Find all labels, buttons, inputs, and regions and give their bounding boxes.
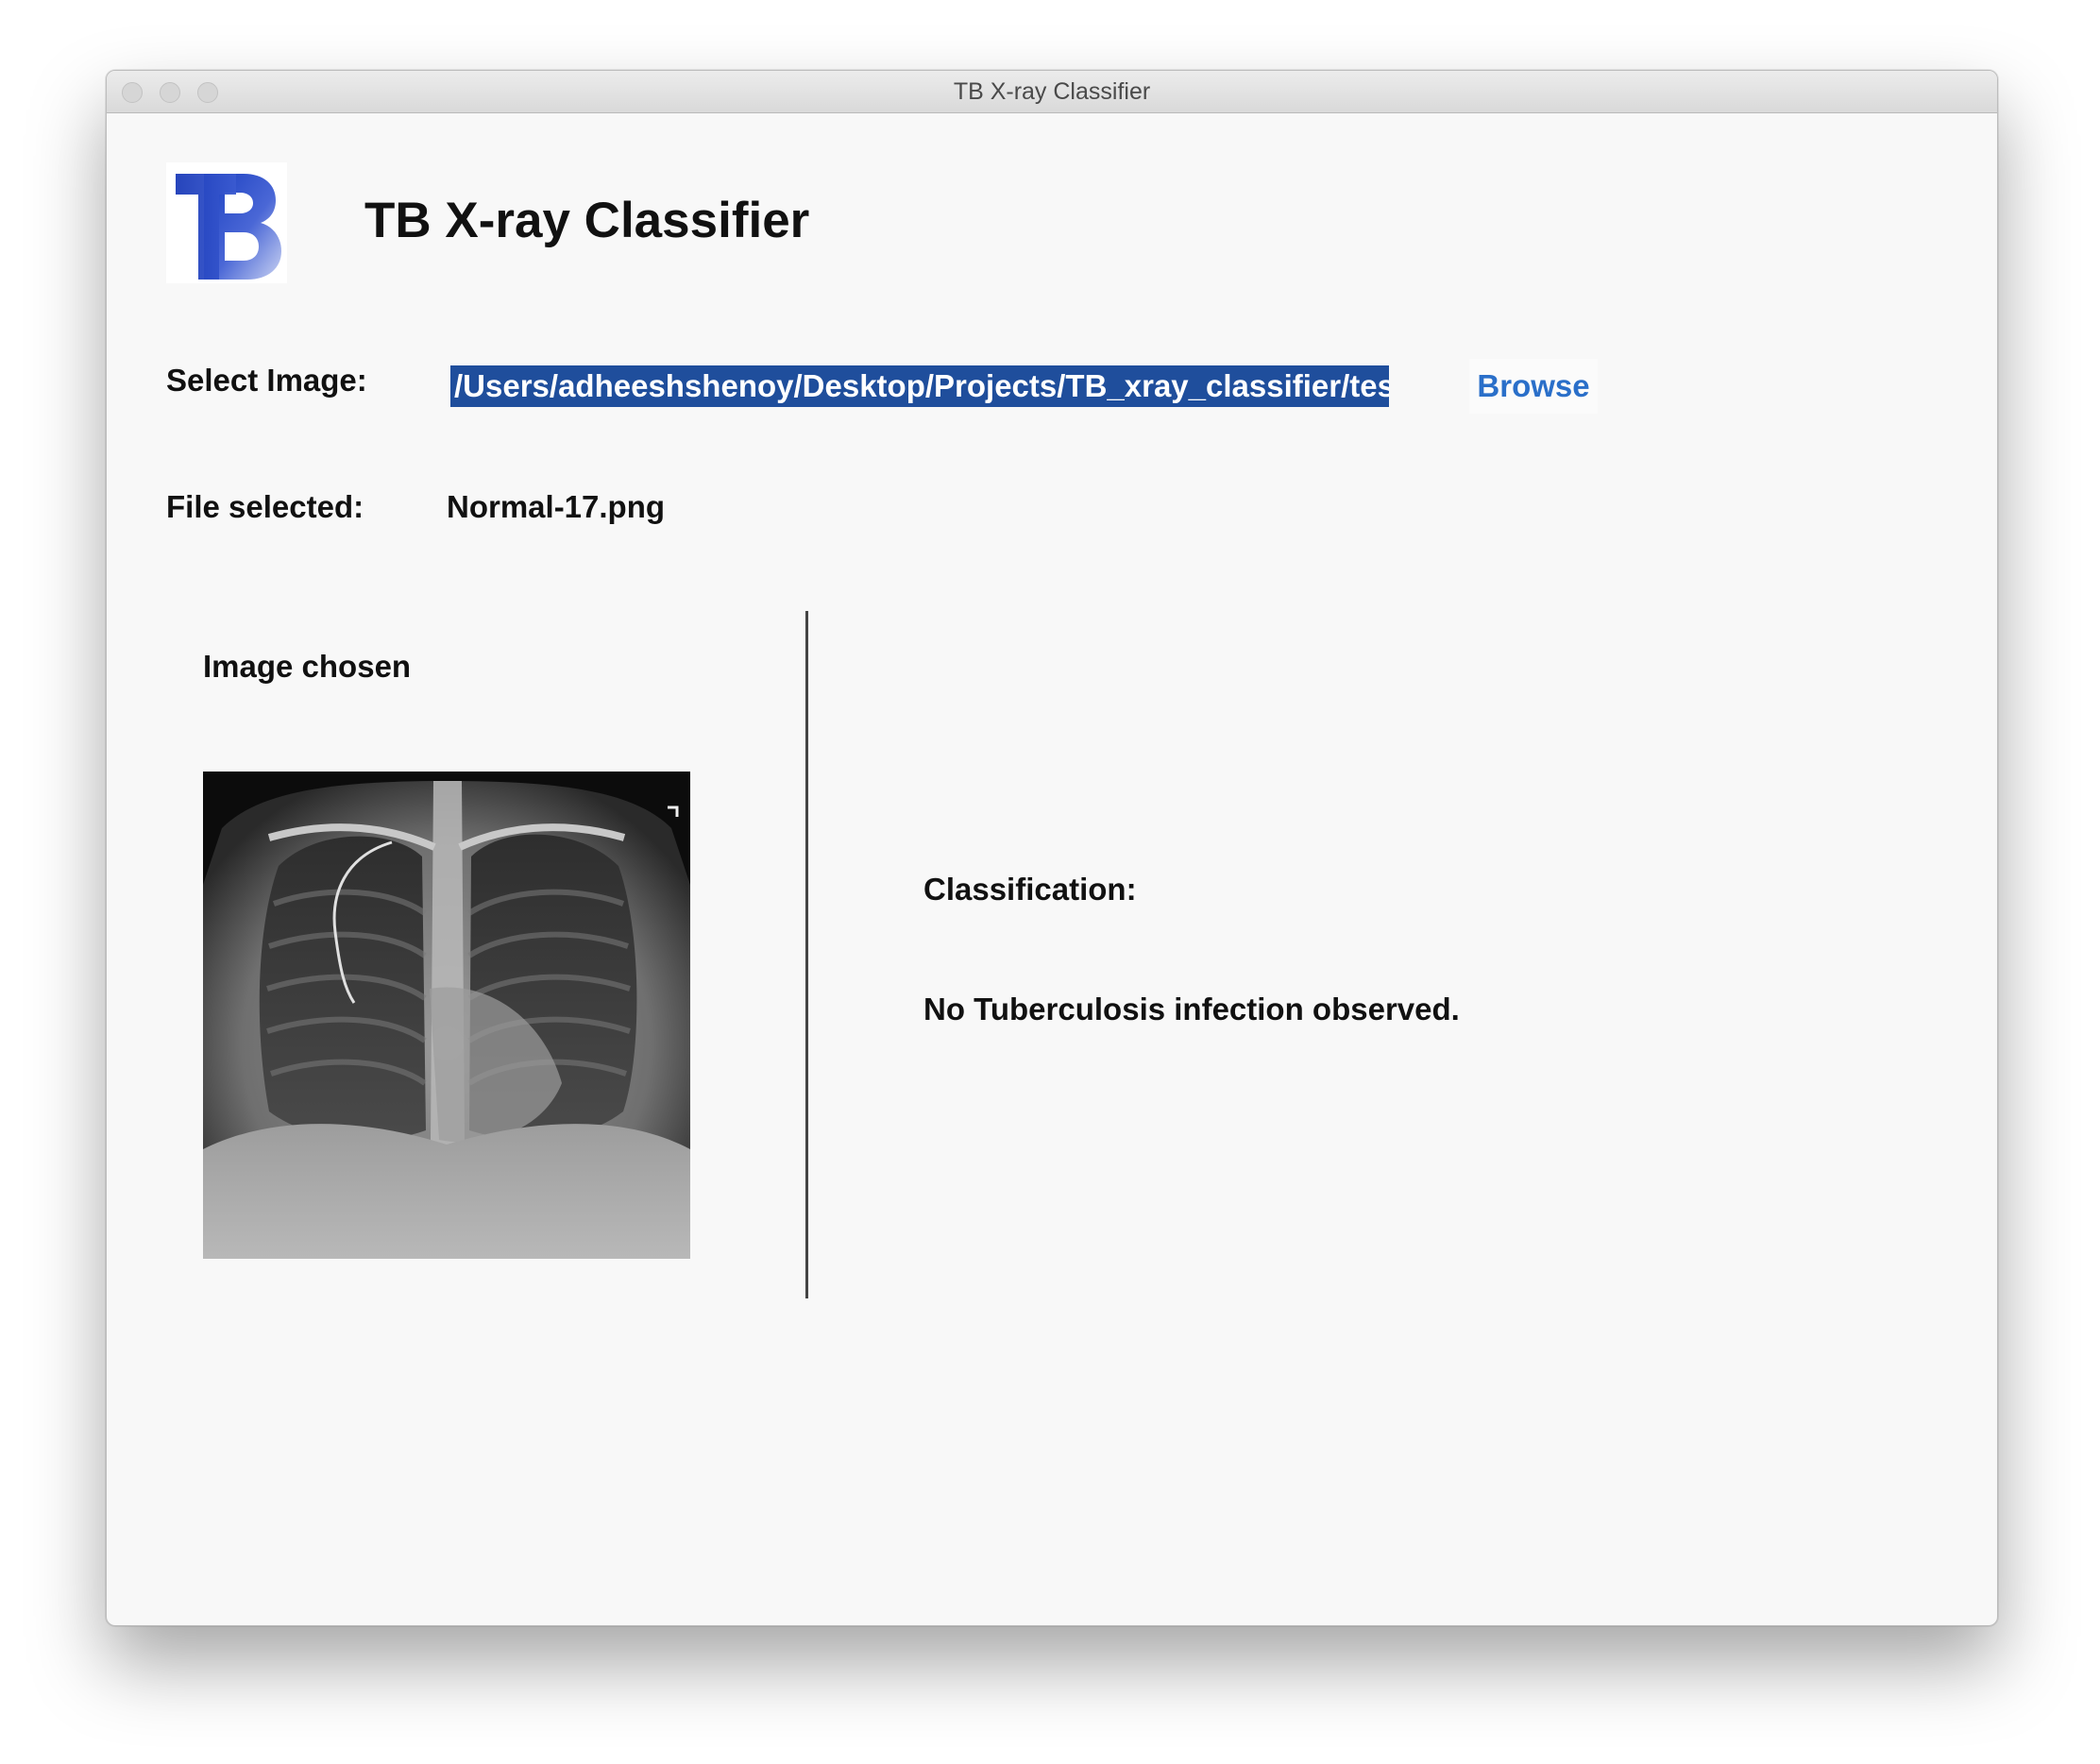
desktop: TB X-ray Classifier TB X-ray Classifier … <box>0 0 2100 1764</box>
image-path-input[interactable] <box>450 365 1389 407</box>
title-bar[interactable]: TB X-ray Classifier <box>107 71 1997 113</box>
browse-button[interactable]: Browse <box>1469 359 1598 414</box>
file-selected-label: File selected: <box>166 489 364 524</box>
file-name-value: Normal-17.png <box>447 489 666 524</box>
classification-result: No Tuberculosis infection observed. <box>923 992 1460 1026</box>
app-title: TB X-ray Classifier <box>364 193 810 248</box>
select-image-label: Select Image: <box>166 363 367 398</box>
tb-logo-icon <box>166 162 287 283</box>
image-chosen-heading: Image chosen <box>203 649 412 684</box>
chest-xray-image <box>203 772 690 1259</box>
app-window: TB X-ray Classifier TB X-ray Classifier … <box>106 70 1998 1626</box>
vertical-divider <box>805 611 808 1298</box>
classification-label: Classification: <box>923 872 1137 907</box>
window-title: TB X-ray Classifier <box>953 78 1151 105</box>
